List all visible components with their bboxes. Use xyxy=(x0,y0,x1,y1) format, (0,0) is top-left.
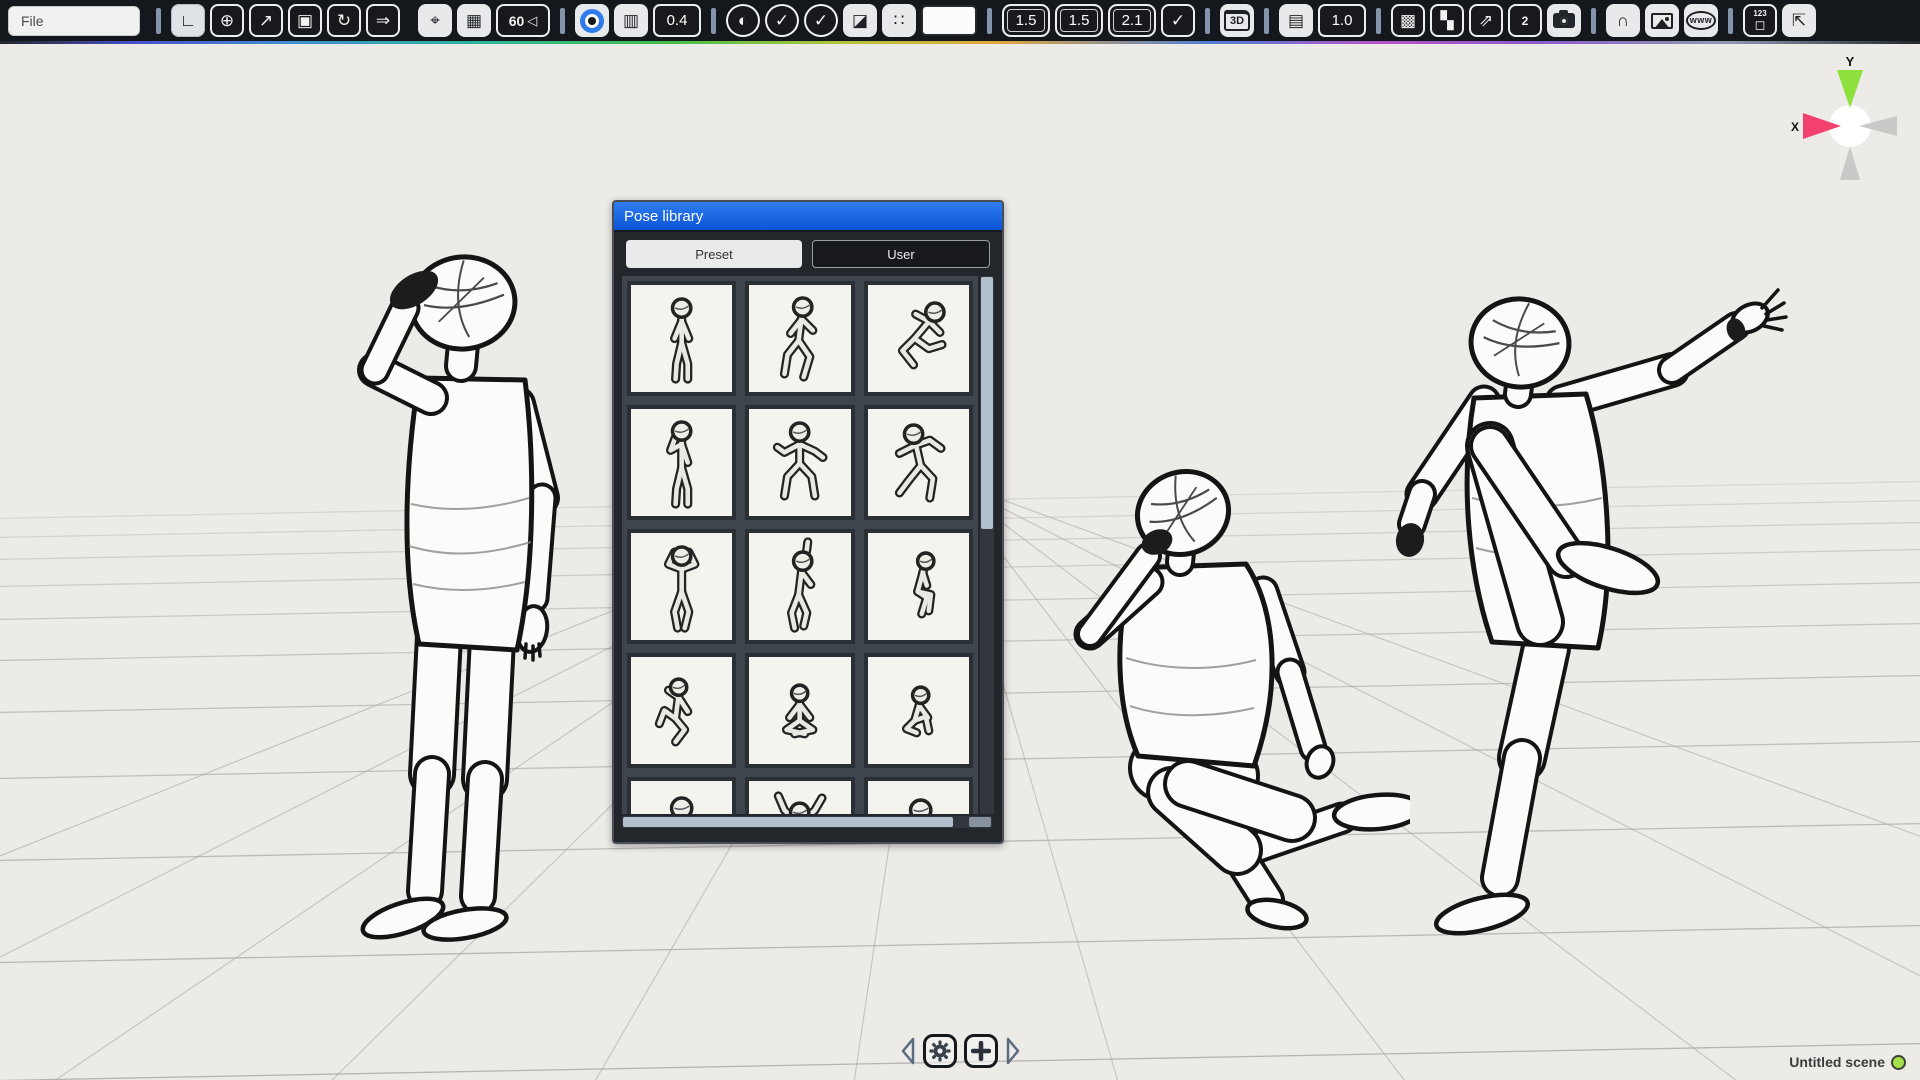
image-button[interactable] xyxy=(1645,4,1679,37)
toolbar-divider-2 xyxy=(560,8,565,34)
move-axes-tool-button[interactable]: ∟ xyxy=(171,4,205,37)
move-cube-tool-button[interactable]: ⇒ xyxy=(366,4,400,37)
pose-thumbnail-crouching[interactable] xyxy=(864,653,973,768)
scene-name-label: Untitled scene xyxy=(1789,1054,1885,1070)
pose-thumbnail-sitting-cross-legged[interactable] xyxy=(745,653,854,768)
param-value-2[interactable]: 1.5 xyxy=(1055,4,1103,37)
picture-icon xyxy=(1651,13,1673,29)
toolbar-divider-8 xyxy=(1591,8,1596,34)
dialog-tabs: Preset User xyxy=(614,232,1002,274)
pose-thumbnail-seated-thinking[interactable] xyxy=(627,653,736,768)
floor-grid-button[interactable]: ▦ xyxy=(457,4,491,37)
film-window-button[interactable]: ▤ xyxy=(1279,4,1313,37)
folder-3d-button[interactable]: 3D xyxy=(1220,4,1254,37)
toolbar-divider-1 xyxy=(156,8,161,34)
pose-grid-wrap xyxy=(622,276,994,828)
vertical-scrollbar-thumb[interactable] xyxy=(981,277,993,529)
camera-icon xyxy=(1553,13,1575,28)
speaker-cone-icon: ◁ xyxy=(527,14,537,27)
screenshot-camera-button[interactable] xyxy=(1547,4,1581,37)
pose-thumbnail-sprinting[interactable] xyxy=(864,281,973,396)
pose-thumbnail-hands-to-ears[interactable] xyxy=(627,529,736,644)
pose-grid xyxy=(622,276,978,814)
check-dotted-button[interactable]: ✓ xyxy=(765,4,799,37)
focus-target-button[interactable] xyxy=(575,4,609,37)
toolbar-divider-5 xyxy=(1205,8,1210,34)
dialog-titlebar[interactable]: Pose library xyxy=(614,202,1002,232)
scene-status-dot xyxy=(1891,1055,1906,1070)
rotate-cube-tool-button[interactable]: ↻ xyxy=(327,4,361,37)
www-globe-icon: www xyxy=(1686,11,1717,30)
toolbar-divider-3 xyxy=(711,8,716,34)
next-figure-chevron[interactable] xyxy=(1005,1036,1021,1066)
shadow-sphere-button[interactable]: ◐ xyxy=(726,4,760,37)
pose-thumbnail-walking[interactable] xyxy=(745,281,854,396)
gizmo-x-label: X xyxy=(1791,120,1799,134)
mannequin-knee-raise[interactable] xyxy=(1380,270,1800,970)
folder-3d-icon: 3D xyxy=(1224,10,1250,31)
pose-thumbnail-sitting-chair[interactable] xyxy=(864,529,973,644)
tab-preset[interactable]: Preset xyxy=(626,240,802,268)
pose-thumbnail-saluting[interactable] xyxy=(627,405,736,520)
sphere-group-button[interactable]: ∷ xyxy=(882,4,916,37)
target-icon xyxy=(580,9,604,33)
texture-pattern-button[interactable]: ▩ xyxy=(1391,4,1425,37)
toolbar-divider-4 xyxy=(987,8,992,34)
gear-icon xyxy=(929,1040,951,1062)
figure-controls xyxy=(0,1034,1920,1068)
orientation-gizmo[interactable]: Y X xyxy=(1770,54,1920,194)
toolbar-divider-6 xyxy=(1264,8,1269,34)
scene-label: Untitled scene xyxy=(1789,1054,1906,1070)
shaded-cube-button[interactable]: ▥ xyxy=(614,4,648,37)
horizontal-scrollbar-cap xyxy=(969,817,991,827)
figure-settings-button[interactable] xyxy=(923,1034,957,1068)
pin-cube-button[interactable]: ⌖ xyxy=(418,4,452,37)
timeline-bars-button[interactable]: ▚ xyxy=(1430,4,1464,37)
toggle-checkbox[interactable]: ✓ xyxy=(1161,4,1195,37)
wedge-cube-button[interactable]: ◪ xyxy=(843,4,877,37)
param-value-1[interactable]: 1.5 xyxy=(1002,4,1050,37)
scale-ticket-field[interactable]: 1.0 xyxy=(1318,4,1366,37)
toolbar-divider-7 xyxy=(1376,8,1381,34)
audio-headphones-button[interactable]: ∩ xyxy=(1606,4,1640,37)
gizmo-y-axis-cone[interactable] xyxy=(1837,70,1863,108)
web-globe-button[interactable]: www xyxy=(1684,4,1718,37)
viewport-3d[interactable]: Y X Pose library Preset User xyxy=(0,44,1920,1080)
pose-thumbnail-standing-partial-2[interactable] xyxy=(864,777,973,814)
pose-thumbnail-standing-partial[interactable] xyxy=(627,777,736,814)
scale-box-tool-button[interactable]: ▣ xyxy=(288,4,322,37)
fullscreen-button[interactable]: ⇱ xyxy=(1782,4,1816,37)
toolbar-divider-9 xyxy=(1728,8,1733,34)
pose-thumbnail-ready-stance[interactable] xyxy=(745,405,854,520)
add-figure-button[interactable] xyxy=(964,1034,998,1068)
mannequin-sitting[interactable] xyxy=(1030,420,1410,960)
horizontal-scrollbar-thumb[interactable] xyxy=(623,817,953,827)
main-toolbar: File∟⊕↗▣↻⇒⌖▦60◁▥0.4◐✓✓◪∷1.51.52.1✓3D▤1.0… xyxy=(0,0,1920,44)
check-circle-button[interactable]: ✓ xyxy=(804,4,838,37)
fps-camera-button[interactable]: 60◁ xyxy=(496,4,550,37)
pose-thumbnail-throwing[interactable] xyxy=(864,405,973,520)
pose-thumbnail-reaching-up[interactable] xyxy=(745,529,854,644)
globe-rotate-tool-button[interactable]: ⊕ xyxy=(210,4,244,37)
param-value-3[interactable]: 2.1 xyxy=(1108,4,1156,37)
mannequin-saluting[interactable] xyxy=(335,246,595,970)
cube-dimensions-button[interactable]: 123◻ xyxy=(1743,4,1777,37)
pose-thumbnail-standing[interactable] xyxy=(627,281,736,396)
tab-user[interactable]: User xyxy=(812,240,990,268)
pose-library-dialog: Pose library Preset User xyxy=(612,200,1004,844)
file-menu-button[interactable]: File xyxy=(8,6,140,36)
horizontal-scrollbar[interactable] xyxy=(622,816,992,828)
graph-select-button[interactable]: ⇗ xyxy=(1469,4,1503,37)
background-color-swatch[interactable] xyxy=(921,5,977,36)
opacity-value-field[interactable]: 0.4 xyxy=(653,4,701,37)
frame-count-button[interactable]: 2 xyxy=(1508,4,1542,37)
plus-icon xyxy=(971,1041,991,1061)
vertical-scrollbar[interactable] xyxy=(980,276,994,814)
cube-icon: ◻ xyxy=(1755,18,1766,31)
gizmo-neg-y-cone[interactable] xyxy=(1840,146,1860,180)
prev-figure-chevron[interactable] xyxy=(900,1036,916,1066)
pose-thumbnail-cheering-partial[interactable] xyxy=(745,777,854,814)
gizmo-y-label: Y xyxy=(1846,54,1855,69)
translate-arrow-tool-button[interactable]: ↗ xyxy=(249,4,283,37)
